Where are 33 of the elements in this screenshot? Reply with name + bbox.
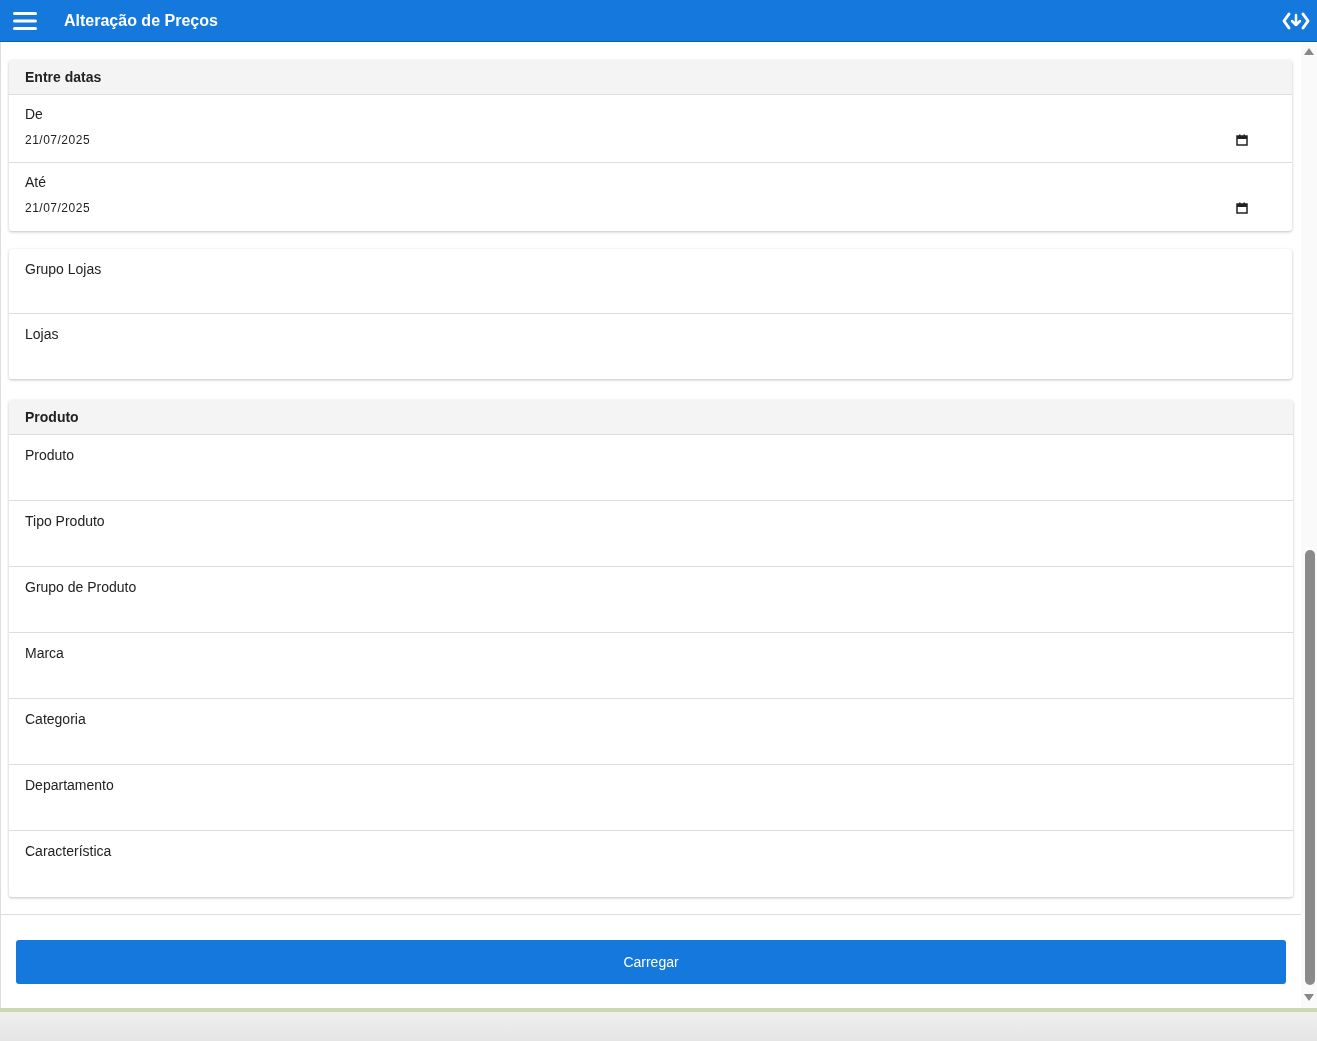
field-label: Marca xyxy=(25,645,64,661)
select-field[interactable]: Grupo de Produto xyxy=(9,567,1293,633)
select-field[interactable]: Grupo Lojas xyxy=(9,249,1292,314)
load-button[interactable]: Carregar xyxy=(16,940,1286,984)
scroll-up-icon[interactable] xyxy=(1303,46,1315,56)
section-title: Entre datas xyxy=(9,60,1292,95)
calendar-icon[interactable] xyxy=(1236,202,1248,214)
date-field[interactable]: 21/07/2025 xyxy=(25,133,1276,147)
select-field[interactable]: Departamento xyxy=(9,765,1293,831)
scrollbar-thumb[interactable] xyxy=(1305,550,1315,985)
section-title: Produto xyxy=(9,400,1293,435)
select-field[interactable]: Produto xyxy=(9,435,1293,501)
select-field[interactable]: Tipo Produto xyxy=(9,501,1293,567)
field-label: Até xyxy=(25,174,47,190)
select-field[interactable]: Marca xyxy=(9,633,1293,699)
scroll-down-icon[interactable] xyxy=(1303,993,1315,1003)
select-field[interactable]: Característica xyxy=(9,831,1293,897)
calendar-icon[interactable] xyxy=(1236,134,1248,146)
field-label: Produto xyxy=(25,447,75,463)
menu-icon[interactable] xyxy=(13,10,37,31)
select-field[interactable]: Lojas xyxy=(9,314,1292,379)
select-field[interactable]: Categoria xyxy=(9,699,1293,765)
field-label: Lojas xyxy=(25,326,59,342)
app-title: Alteração de Preços xyxy=(64,11,219,30)
field-label: Departamento xyxy=(25,777,114,793)
date-field[interactable]: 21/07/2025 xyxy=(25,201,1276,215)
code-download-icon[interactable] xyxy=(1282,10,1310,31)
field-label: Tipo Produto xyxy=(25,513,105,529)
field-label: Grupo Lojas xyxy=(25,261,102,277)
field-label: Característica xyxy=(25,843,112,859)
field-label: Grupo de Produto xyxy=(25,579,137,595)
field-label: Categoria xyxy=(25,711,86,727)
field-label: De xyxy=(25,106,44,122)
